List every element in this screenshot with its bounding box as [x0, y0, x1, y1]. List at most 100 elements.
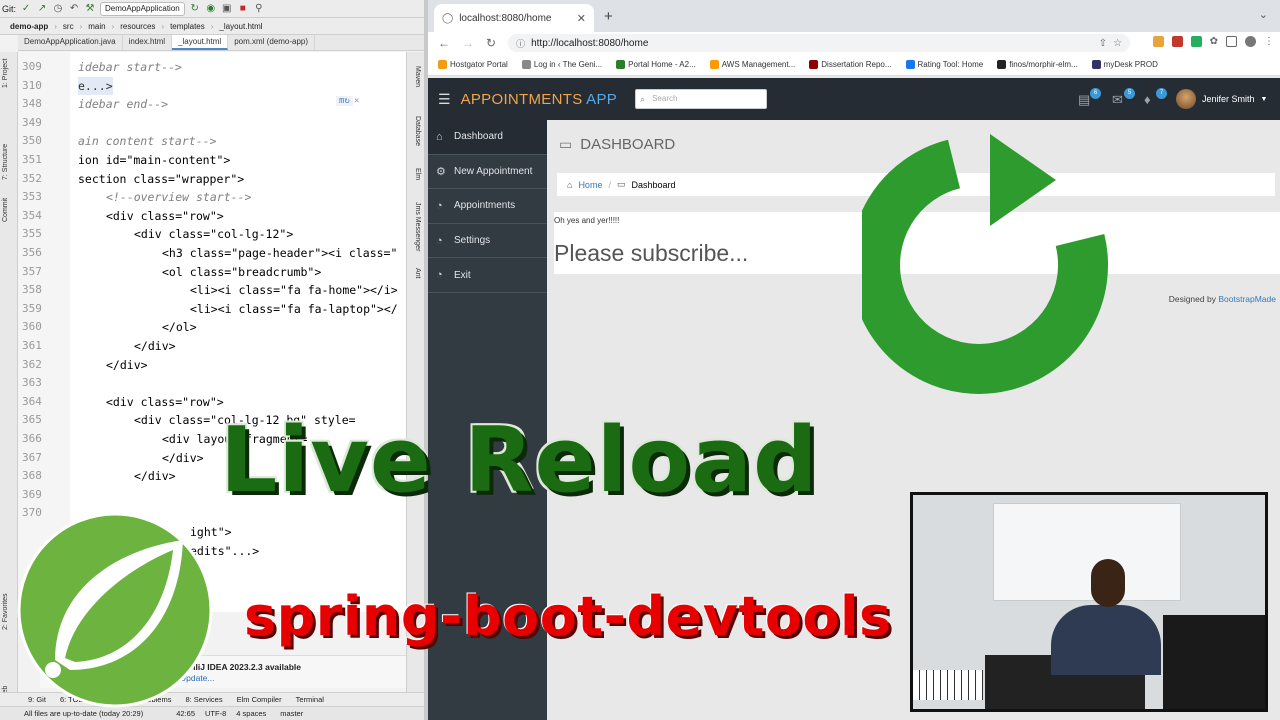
tool-window-tab[interactable]: Database	[414, 116, 421, 146]
rerun-icon[interactable]: ↻	[189, 3, 201, 15]
commit-check-icon[interactable]: ✓	[20, 3, 32, 15]
editor-tab[interactable]: DemoAppApplication.java	[18, 35, 123, 50]
extension-red-icon[interactable]	[1171, 36, 1183, 47]
breadcrumb-file[interactable]: _layout.html	[219, 22, 262, 31]
breadcrumb-project[interactable]: demo-app	[10, 22, 48, 31]
cursor-position[interactable]: 42:65	[176, 709, 195, 718]
editor-tab[interactable]: _layout.html	[172, 35, 229, 50]
forward-icon[interactable]: →	[462, 36, 474, 50]
bookmark-item[interactable]: Hostgator Portal	[438, 60, 508, 70]
tool-window-tab[interactable]: Elm	[414, 168, 421, 180]
bookmark-item[interactable]: Log in ‹ The Geni...	[521, 60, 602, 70]
code-line[interactable]: <li><i class="fa fa-home"></i>	[190, 281, 398, 299]
code-line[interactable]: idebar end-->	[78, 95, 168, 113]
git-branch[interactable]: master	[280, 709, 303, 718]
bookmark-item[interactable]: Rating Tool: Home	[905, 60, 983, 70]
sidebar-item[interactable]: ◔ Exit	[428, 258, 547, 293]
breadcrumb-src[interactable]: src	[63, 22, 74, 31]
code-line[interactable]: <h3 class="page-header"><i class="	[162, 244, 397, 262]
history-clock-icon[interactable]: ◷	[52, 3, 64, 15]
popup-close-icon[interactable]: ✕	[354, 96, 359, 106]
extension-orange-icon[interactable]	[1152, 36, 1164, 47]
menu-kebab-icon[interactable]: ⋮	[1264, 36, 1274, 47]
coverage-icon[interactable]: ▣	[221, 3, 233, 15]
code-line[interactable]: <div class="row">	[106, 393, 224, 411]
code-line[interactable]: <ol class="breadcrumb">	[162, 263, 321, 281]
bottom-tool-tab[interactable]: Terminal	[296, 695, 324, 704]
bookmark-item[interactable]: Dissertation Repo...	[809, 60, 892, 70]
pie-chart-icon: ◔	[436, 234, 443, 247]
file-encoding[interactable]: UTF-8	[205, 709, 226, 718]
code-line[interactable]: </div>	[162, 449, 204, 467]
bootstrapmade-link[interactable]: BootstrapMade	[1218, 294, 1276, 304]
extension-green-icon[interactable]	[1190, 36, 1202, 47]
bookmark-item[interactable]: finos/morphir-elm...	[997, 60, 1078, 70]
bookmark-favicon-icon	[1091, 60, 1101, 70]
search-everywhere-icon[interactable]: ⚲	[253, 3, 265, 15]
code-line[interactable]: </div>	[134, 467, 176, 485]
site-info-icon[interactable]: ⓘ	[516, 37, 525, 50]
sidebar-item[interactable]: ◔ Settings	[428, 224, 547, 259]
build-hammer-icon[interactable]: ⚒	[84, 3, 96, 15]
editor-tab[interactable]: pom.xml (demo-app)	[228, 35, 316, 50]
line-number: 360	[22, 320, 42, 334]
code-line[interactable]: </div>	[134, 337, 176, 355]
app-search-input[interactable]: Search	[635, 89, 768, 109]
profile-avatar-icon[interactable]	[1245, 36, 1256, 47]
undo-icon[interactable]: ↶	[68, 3, 80, 15]
code-line[interactable]: e...>	[78, 76, 113, 95]
breadcrumb-home-link[interactable]: Home	[578, 180, 602, 190]
tool-window-tab[interactable]: Ant	[414, 268, 421, 279]
breadcrumb-resources[interactable]: resources	[120, 22, 155, 31]
hamburger-menu-icon[interactable]: ☰	[438, 91, 451, 108]
share-icon[interactable]: ⇧	[1099, 38, 1107, 49]
code-line[interactable]: idebar start-->	[78, 58, 182, 76]
sidebar-item[interactable]: ⌂ Dashboard	[428, 120, 547, 155]
tab-search-chevron-icon[interactable]: ⌄	[1259, 8, 1268, 21]
breadcrumb-main[interactable]: main	[88, 22, 105, 31]
tool-window-tab[interactable]: 1: Project	[2, 58, 9, 88]
code-line[interactable]: ion id="main-content">	[78, 151, 230, 169]
code-line[interactable]: <div class="col-lg-12">	[134, 225, 293, 243]
bottom-tool-tab[interactable]: Elm Compiler	[237, 695, 282, 704]
tab-close-icon[interactable]: ✕	[577, 12, 586, 25]
bookmark-item[interactable]: Portal Home - A2...	[616, 60, 696, 70]
tool-window-tab[interactable]: 2: Favorites	[2, 593, 9, 630]
sidepanel-icon[interactable]	[1226, 36, 1237, 47]
tool-window-tab[interactable]: Commit	[2, 198, 9, 222]
user-name: Jenifer Smith	[1202, 94, 1255, 104]
tool-window-tab[interactable]: Jms Messenger	[414, 202, 421, 251]
bookmark-item[interactable]: myDesk PROD	[1091, 60, 1158, 70]
sidebar-item-label: New Appointment	[454, 165, 533, 177]
code-line[interactable]: section class="wrapper">	[78, 170, 244, 188]
run-config-select[interactable]: DemoAppApplication	[100, 1, 185, 16]
extensions-puzzle-icon[interactable]: ✿	[1210, 36, 1218, 47]
code-line[interactable]: </div>	[106, 356, 148, 374]
user-menu[interactable]: Jenifer Smith ▼	[1176, 89, 1267, 109]
bookmark-star-icon[interactable]: ☆	[1113, 38, 1122, 49]
bookmark-favicon-icon	[521, 60, 531, 70]
stop-icon[interactable]: ■	[237, 3, 249, 15]
code-line[interactable]: ain content start-->	[78, 132, 216, 150]
tool-window-tab[interactable]: 7: Structure	[2, 144, 9, 180]
breadcrumb-templates[interactable]: templates	[170, 22, 205, 31]
debug-bug-icon[interactable]: ◉	[205, 3, 217, 15]
tool-window-tab[interactable]: Maven	[414, 66, 421, 87]
url-input[interactable]: ⓘ http://localhost:8080/home ⇧ ☆	[508, 34, 1131, 52]
app-brand[interactable]: APPOINTMENTS APP	[461, 91, 618, 108]
code-line[interactable]: <div class="row">	[106, 207, 224, 225]
bookmark-item[interactable]: AWS Management...	[709, 60, 795, 70]
gradle-popup-icon[interactable]: m↻	[336, 96, 353, 106]
code-line[interactable]: <li><i class="fa fa-laptop"></	[190, 300, 398, 318]
sidebar-item[interactable]: ◔ Appointments	[428, 189, 547, 224]
back-icon[interactable]: ←	[438, 36, 450, 50]
browser-tab[interactable]: ◯ localhost:8080/home ✕	[434, 4, 594, 32]
push-arrow-icon[interactable]: ↗	[36, 3, 48, 15]
code-line[interactable]: </ol>	[162, 318, 197, 336]
sidebar-item[interactable]: ⚙ New Appointment	[428, 155, 547, 190]
new-tab-icon[interactable]: +	[604, 8, 613, 25]
editor-tab[interactable]: index.html	[123, 35, 173, 50]
indent-setting[interactable]: 4 spaces	[236, 709, 266, 718]
reload-icon[interactable]: ↻	[486, 36, 496, 50]
code-line[interactable]: <!--overview start-->	[106, 188, 251, 206]
